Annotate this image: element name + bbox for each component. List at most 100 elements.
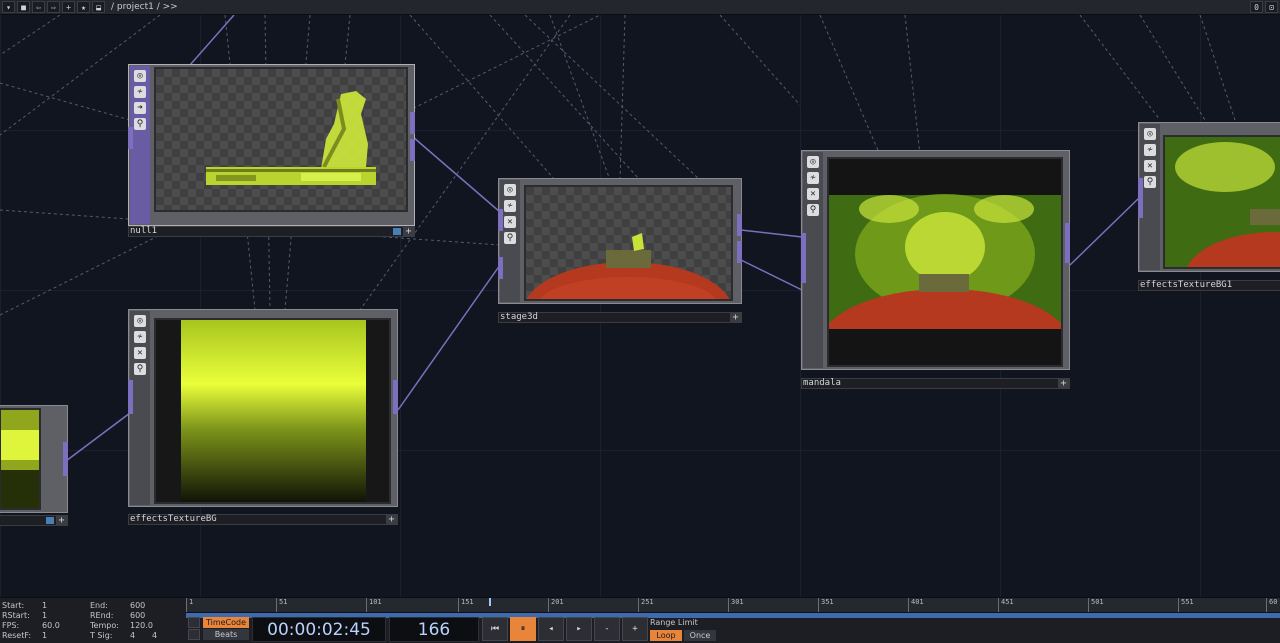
node-mandala[interactable]: ◎ ≁ ✕ ⚲ mandala + (801, 150, 1070, 390)
network-path[interactable]: / project1 / >> (111, 2, 178, 12)
tempo-value[interactable]: 120.0 (130, 621, 153, 630)
fps-value[interactable]: 60.0 (42, 621, 60, 630)
output-connector[interactable] (737, 214, 742, 236)
input-connector[interactable] (128, 380, 133, 414)
node-name[interactable]: mandala (803, 378, 841, 388)
node-name[interactable]: effectsTextureBG (130, 514, 217, 524)
viewer-active-icon[interactable]: ◎ (504, 184, 516, 196)
node-label-bar: mandala + (801, 378, 1070, 389)
rewind-button[interactable]: ⏮ (482, 617, 508, 641)
output-connector[interactable] (63, 442, 68, 476)
output-connector[interactable] (737, 241, 742, 263)
timecode-toggle-icon[interactable] (188, 617, 200, 628)
output-connector[interactable] (1065, 223, 1070, 263)
pane-expand-icon[interactable]: ⊡ (1265, 1, 1278, 13)
display-arrow-icon[interactable]: ➜ (134, 102, 146, 114)
playhead[interactable] (489, 598, 491, 606)
end-value[interactable]: 600 (130, 601, 145, 610)
node-name[interactable]: effectsTextureBG1 (1140, 280, 1232, 290)
input-connector[interactable] (498, 257, 503, 279)
beats-toggle-icon[interactable] (188, 629, 200, 640)
close-icon[interactable]: ✕ (134, 347, 146, 359)
forward-button[interactable]: ⇨ (47, 1, 60, 13)
node-name[interactable]: null1 (130, 226, 157, 236)
lock-icon[interactable]: ⚲ (504, 232, 516, 244)
close-icon[interactable]: ✕ (807, 188, 819, 200)
node-stage3d[interactable]: ◎ ≁ ✕ ⚲ stage3d + (498, 178, 742, 325)
pane-id-button[interactable]: 0 (1250, 1, 1263, 13)
viewer-toggle[interactable] (393, 228, 401, 235)
input-connector[interactable] (801, 233, 806, 283)
ruler-tick: 51 (276, 598, 287, 612)
ruler-tick: 451 (998, 598, 1014, 612)
node-viewer[interactable] (154, 318, 391, 504)
output-connector[interactable] (410, 112, 415, 134)
output-connector[interactable] (410, 139, 415, 161)
once-button[interactable]: Once (684, 630, 716, 641)
pause-button[interactable]: ⏸ (510, 617, 536, 641)
ruler-tick: 351 (818, 598, 834, 612)
bypass-icon[interactable]: ≁ (1144, 144, 1156, 156)
ruler-tick: 151 (458, 598, 474, 612)
frame-display[interactable]: 166 (389, 617, 479, 642)
start-value[interactable]: 1 (42, 601, 47, 610)
close-icon[interactable]: ✕ (1144, 160, 1156, 172)
noise-texture-image (181, 320, 366, 502)
input-connector[interactable] (498, 209, 503, 231)
speed-up-button[interactable]: + (622, 617, 648, 641)
node-partial-left[interactable]: + (0, 405, 68, 527)
viewer-active-icon[interactable]: ◎ (134, 70, 146, 82)
node-effectsTextureBG1[interactable]: ◎ ≁ ✕ ⚲ effectsTextureBG1 (1138, 122, 1280, 302)
timecode-button[interactable]: TimeCode (203, 617, 249, 628)
tsig-beats-value[interactable]: 4 (130, 631, 135, 640)
bypass-icon[interactable]: ≁ (504, 200, 516, 212)
network-editor[interactable]: ◎ ≁ ➜ ⚲ null1 + ◎ ≁ ✕ ⚲ stage3d + ◎ ≁ ✕ … (0, 15, 1280, 597)
bookmark-button[interactable]: ★ (77, 1, 90, 13)
rstart-value[interactable]: 1 (42, 611, 47, 620)
timecode-display[interactable]: 00:00:02:45 (252, 617, 386, 642)
close-icon[interactable]: ✕ (504, 216, 516, 228)
viewer-active-icon[interactable]: ◎ (807, 156, 819, 168)
bypass-icon[interactable]: ≁ (134, 86, 146, 98)
node-name[interactable]: stage3d (500, 312, 538, 322)
viewer-toggle[interactable] (46, 517, 54, 524)
node-viewer[interactable] (154, 67, 408, 212)
beats-button[interactable]: Beats (203, 629, 249, 640)
node-null1[interactable]: ◎ ≁ ➜ ⚲ null1 + (128, 64, 415, 239)
speed-down-button[interactable]: - (594, 617, 620, 641)
bypass-icon[interactable]: ≁ (134, 331, 146, 343)
stat-rend: REnd: 600 (90, 611, 146, 620)
viewer-active-icon[interactable]: ◎ (134, 315, 146, 327)
step-forward-button[interactable]: ▸ (566, 617, 592, 641)
resetf-value[interactable]: 1 (42, 631, 47, 640)
loop-button[interactable]: Loop (650, 630, 682, 641)
expand-button[interactable]: + (386, 514, 397, 525)
step-back-button[interactable]: ◂ (538, 617, 564, 641)
lock-icon[interactable]: ⚲ (134, 118, 146, 130)
bypass-icon[interactable]: ≁ (807, 172, 819, 184)
tsig-unit-value[interactable]: 4 (152, 631, 157, 640)
lock-icon[interactable]: ⚲ (1144, 176, 1156, 188)
node-viewer[interactable] (524, 185, 733, 301)
node-viewer[interactable] (827, 157, 1063, 367)
rend-value[interactable]: 600 (130, 611, 145, 620)
viewer-active-icon[interactable]: ◎ (1144, 128, 1156, 140)
input-connector[interactable] (1138, 178, 1143, 218)
node-effectsTextureBG[interactable]: ◎ ≁ ✕ ⚲ effectsTextureBG + (128, 309, 398, 526)
timeline-ruler[interactable]: 1 51 101 151 201 251 301 351 401 451 501… (186, 598, 1280, 613)
home-button[interactable]: ⬓ (92, 1, 105, 13)
pane-menu-button[interactable]: ▾ (2, 1, 15, 13)
back-button[interactable]: ⇦ (32, 1, 45, 13)
input-connector[interactable] (128, 127, 133, 149)
node-viewer[interactable] (1163, 135, 1280, 269)
node-viewer[interactable] (0, 408, 41, 510)
add-pane-button[interactable]: + (62, 1, 75, 13)
expand-button[interactable]: + (1058, 378, 1069, 389)
expand-button[interactable]: + (730, 312, 741, 323)
output-connector[interactable] (393, 380, 398, 414)
expand-button[interactable]: + (56, 515, 67, 526)
lock-icon[interactable]: ⚲ (134, 363, 146, 375)
stop-button[interactable]: ■ (17, 1, 30, 13)
lock-icon[interactable]: ⚲ (807, 204, 819, 216)
expand-button[interactable]: + (403, 226, 414, 237)
